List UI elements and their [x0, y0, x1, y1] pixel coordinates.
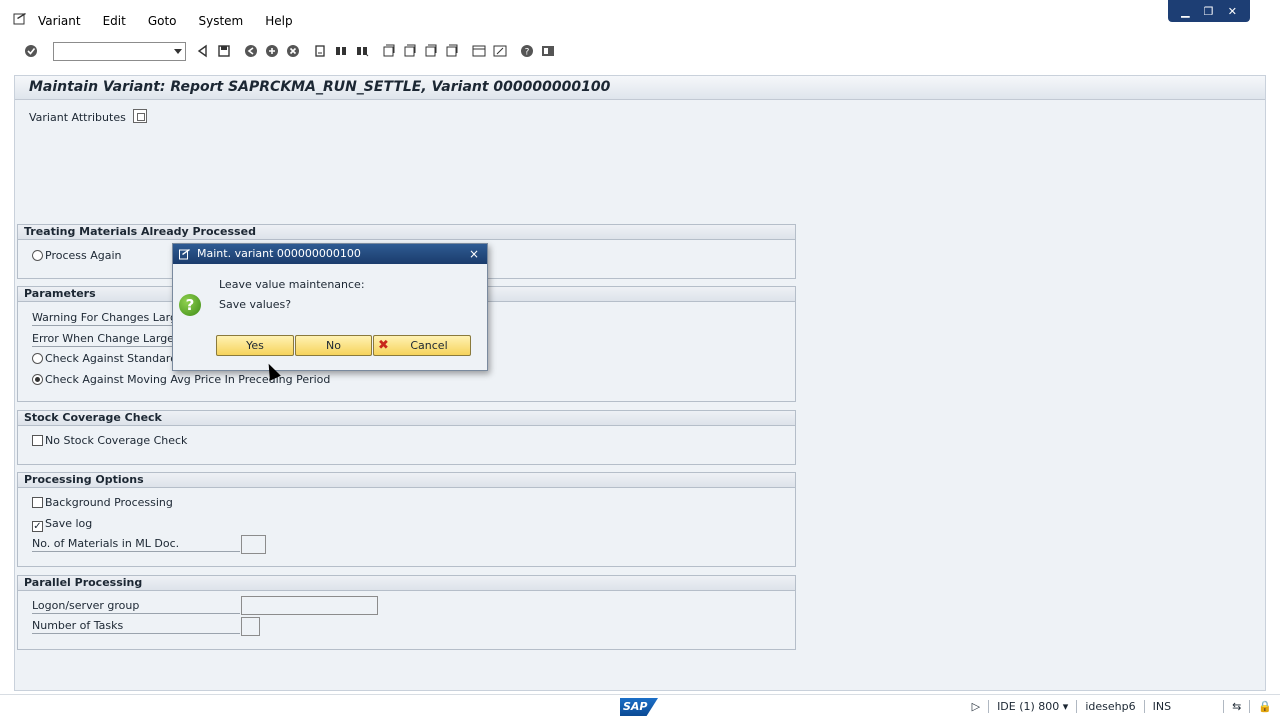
- enter-icon[interactable]: [24, 44, 38, 58]
- exit-icon[interactable]: [265, 44, 279, 58]
- warning-label: Warning For Changes Large: [32, 311, 184, 326]
- close-window-icon[interactable]: ✕: [1228, 5, 1237, 18]
- group-title: Parallel Processing: [18, 576, 795, 591]
- menu-icon[interactable]: [13, 12, 27, 26]
- checkbox-icon[interactable]: [32, 497, 43, 508]
- num-tasks-input[interactable]: [241, 617, 260, 636]
- save-values-dialog: Maint. variant 000000000100 × ? Leave va…: [172, 243, 488, 371]
- server-info: idesehp6: [1076, 700, 1143, 713]
- error-label: Error When Change Larger: [32, 332, 179, 347]
- checkbox-checked-icon[interactable]: ✓: [32, 521, 43, 532]
- print-icon[interactable]: [313, 44, 327, 58]
- close-icon[interactable]: ×: [469, 244, 479, 264]
- sap-logo: SAP: [620, 698, 658, 716]
- window-controls: ▁ ❐ ✕: [1168, 0, 1250, 22]
- menu-goto[interactable]: Goto: [148, 14, 177, 28]
- status-play-icon[interactable]: ▷: [964, 700, 988, 713]
- cancel-icon[interactable]: [286, 44, 300, 58]
- check-moving-avg-radio[interactable]: Check Against Moving Avg Price In Preced…: [32, 373, 330, 386]
- dialog-line-2: Save values?: [219, 298, 292, 311]
- find-next-icon[interactable]: [355, 44, 369, 58]
- process-again-radio[interactable]: Process Again: [32, 249, 122, 262]
- svg-text:?: ?: [525, 48, 530, 58]
- connection-icon[interactable]: ⇆: [1223, 700, 1249, 713]
- no-button[interactable]: No: [295, 335, 372, 356]
- logon-group-input[interactable]: [241, 596, 378, 615]
- title-bar: Maintain Variant: Report SAPRCKMA_RUN_SE…: [15, 76, 1265, 100]
- dialog-title-bar: Maint. variant 000000000100 ×: [173, 244, 487, 264]
- menu-variant[interactable]: Variant: [38, 14, 81, 28]
- restore-icon[interactable]: ❐: [1204, 5, 1214, 18]
- menu-help[interactable]: Help: [265, 14, 292, 28]
- group-parallel-processing: Parallel Processing Logon/server group N…: [17, 575, 796, 650]
- group-title: Processing Options: [18, 473, 795, 488]
- radio-icon[interactable]: [32, 353, 43, 364]
- cancel-button[interactable]: ✖ Cancel: [373, 335, 471, 356]
- layout-icon[interactable]: [541, 44, 555, 58]
- previous-page-icon[interactable]: [403, 44, 417, 58]
- next-page-icon[interactable]: [424, 44, 438, 58]
- page-title: Maintain Variant: Report SAPRCKMA_RUN_SE…: [29, 79, 611, 95]
- status-bar: SAP ▷ IDE (1) 800 ▾ idesehp6 INS ⇆ 🔒: [0, 694, 1280, 720]
- group-processing-options: Processing Options Background Processing…: [17, 472, 796, 567]
- group-title: Stock Coverage Check: [18, 411, 795, 426]
- dialog-edit-icon: [179, 249, 190, 260]
- last-page-icon[interactable]: [445, 44, 459, 58]
- lock-icon[interactable]: 🔒: [1249, 700, 1280, 713]
- help-icon[interactable]: ?: [520, 44, 534, 58]
- yes-button[interactable]: Yes: [216, 335, 294, 356]
- back-nav-icon[interactable]: [244, 44, 258, 58]
- back-icon[interactable]: [196, 44, 210, 58]
- menu: Variant Edit Goto System Help: [38, 14, 315, 28]
- menu-edit[interactable]: Edit: [103, 14, 126, 28]
- main-area: Maintain Variant: Report SAPRCKMA_RUN_SE…: [14, 75, 1266, 691]
- logon-group-label: Logon/server group: [32, 599, 240, 614]
- question-icon: ?: [179, 294, 201, 316]
- num-materials-label: No. of Materials in ML Doc.: [32, 537, 240, 552]
- dialog-title: Maint. variant 000000000100: [197, 247, 361, 260]
- application-toolbar: Variant Attributes: [15, 105, 1265, 129]
- save-log-checkbox[interactable]: ✓ Save log: [32, 517, 92, 532]
- chevron-down-icon[interactable]: [174, 48, 182, 54]
- check-standard-radio[interactable]: Check Against Standard: [32, 352, 177, 365]
- command-field[interactable]: [53, 41, 186, 61]
- system-info[interactable]: IDE (1) 800 ▾: [988, 700, 1076, 713]
- status-info: ▷ IDE (1) 800 ▾ idesehp6 INS ⇆ 🔒: [964, 700, 1280, 713]
- cancel-x-icon: ✖: [378, 338, 389, 353]
- save-icon[interactable]: [217, 44, 231, 58]
- first-page-icon[interactable]: [382, 44, 396, 58]
- new-session-icon[interactable]: [472, 44, 486, 58]
- dialog-line-1: Leave value maintenance:: [219, 278, 365, 291]
- no-stock-check-checkbox[interactable]: No Stock Coverage Check: [32, 434, 187, 447]
- group-stock-coverage: Stock Coverage Check No Stock Coverage C…: [17, 410, 796, 465]
- menu-bar: Variant Edit Goto System Help ▁ ❐ ✕: [0, 0, 1280, 40]
- menu-system[interactable]: System: [199, 14, 244, 28]
- background-processing-checkbox[interactable]: Background Processing: [32, 496, 173, 509]
- insert-mode: INS: [1143, 700, 1179, 713]
- radio-icon[interactable]: [32, 250, 43, 261]
- standard-toolbar: ?: [0, 40, 1280, 62]
- find-icon[interactable]: [334, 44, 348, 58]
- minimize-icon[interactable]: ▁: [1181, 5, 1189, 18]
- shortcut-icon[interactable]: [493, 44, 507, 58]
- num-materials-input[interactable]: [241, 535, 266, 554]
- variant-attributes-button[interactable]: Variant Attributes: [29, 111, 126, 124]
- num-tasks-label: Number of Tasks: [32, 619, 240, 634]
- checkbox-icon[interactable]: [32, 435, 43, 446]
- radio-selected-icon[interactable]: [32, 374, 43, 385]
- variant-attributes-icon[interactable]: [133, 109, 147, 123]
- group-title: Treating Materials Already Processed: [18, 225, 795, 240]
